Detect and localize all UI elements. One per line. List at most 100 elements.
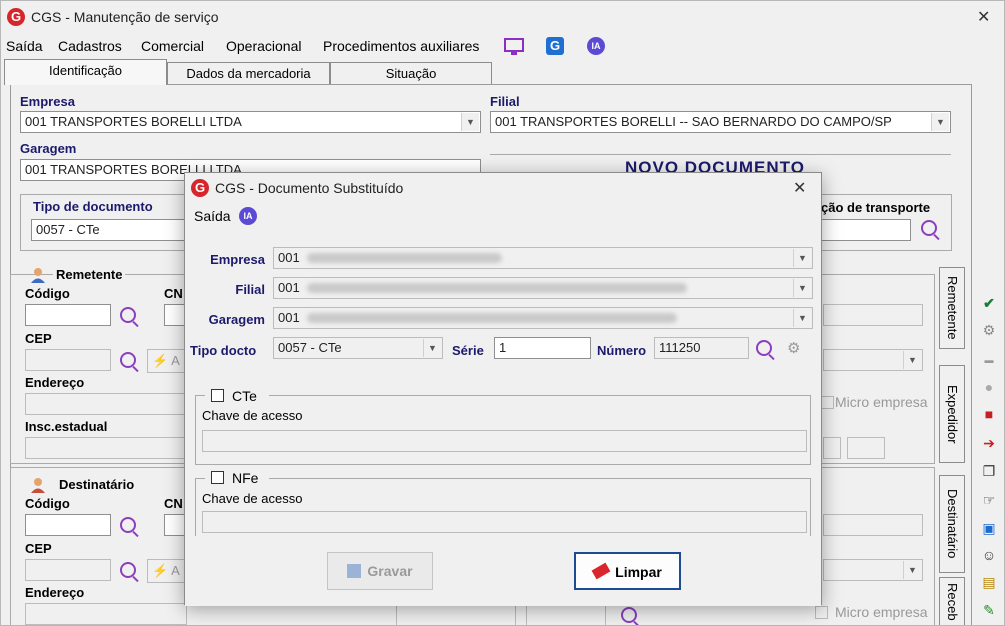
truck-icon[interactable]: ■ [980, 405, 998, 423]
remetente-cep-input[interactable] [25, 349, 111, 371]
dialog-close-button[interactable]: ✕ [793, 181, 806, 197]
chevron-down-icon[interactable]: ▼ [461, 113, 479, 131]
remetente-right-field[interactable] [823, 304, 923, 326]
search-icon[interactable] [621, 607, 637, 623]
gear-icon[interactable]: ⚙ [980, 321, 998, 339]
chevron-down-icon[interactable]: ▼ [931, 113, 949, 131]
destinatario-cnpj-input[interactable] [164, 514, 186, 536]
dialog-menu-saida[interactable]: Saída [194, 208, 231, 224]
destinatario-bottom-field-1[interactable] [396, 605, 516, 625]
destinatario-codigo-input[interactable] [25, 514, 111, 536]
remetente-small-field-1[interactable] [823, 437, 841, 459]
tab-dados-da-mercadoria[interactable]: Dados da mercadoria [167, 62, 330, 84]
menu-operacional[interactable]: Operacional [226, 38, 302, 54]
remetente-right-select[interactable]: ▼ [823, 349, 923, 371]
destinatario-cnpj-label: CN [164, 496, 183, 511]
menu-procedimentos-auxiliares[interactable]: Procedimentos auxiliares [323, 38, 479, 54]
circle-icon[interactable]: ● [980, 378, 998, 396]
user-icon [31, 268, 45, 283]
cte-chave-label: Chave de acesso [202, 408, 303, 423]
chevron-down-icon[interactable]: ▼ [423, 339, 441, 357]
side-tab-destinatario[interactable]: Destinatário [939, 475, 965, 573]
nfe-label: NFe [232, 470, 259, 486]
remetente-small-field-2[interactable] [847, 437, 885, 459]
monitor-icon[interactable] [504, 38, 524, 56]
limpar-button-label: Limpar [615, 564, 662, 580]
remetente-endereco-input[interactable] [25, 393, 187, 415]
nfe-legend: NFe [205, 469, 269, 487]
side-tab-expedidor[interactable]: Expedidor [939, 365, 965, 463]
chevron-down-icon[interactable]: ▼ [793, 279, 811, 297]
search-icon[interactable] [120, 517, 136, 533]
check-icon[interactable]: ✔ [980, 294, 998, 312]
copy-icon[interactable]: ❐ [980, 462, 998, 480]
tipo-documento-field[interactable]: 0057 - CTe [31, 219, 191, 241]
cte-chave-input[interactable] [202, 430, 807, 452]
users-icon[interactable]: ▣ [980, 519, 998, 537]
ia-assistant-icon[interactable]: IA [239, 207, 257, 225]
destinatario-atualizar-button[interactable]: ⚡ A [147, 559, 187, 583]
cgs-app-icon[interactable]: G [546, 37, 564, 55]
pointing-hand-icon[interactable]: ☞ [980, 491, 998, 509]
tab-situacao[interactable]: Situação [330, 62, 492, 84]
remetente-inscricao-input[interactable] [25, 437, 187, 459]
chevron-down-icon[interactable]: ▼ [903, 561, 921, 579]
destinatario-endereco-input[interactable] [25, 603, 187, 625]
remetente-micro-empresa-checkbox[interactable] [821, 396, 834, 409]
window-close-button[interactable]: ✕ [977, 10, 990, 26]
destinatario-right-select[interactable]: ▼ [823, 559, 923, 581]
filial-select[interactable]: 001 TRANSPORTES BORELLI -- SAO BERNARDO … [490, 111, 951, 133]
dialog-serie-input[interactable]: 1 [494, 337, 591, 359]
redacted-text [307, 313, 677, 323]
gravar-button[interactable]: Gravar [327, 552, 433, 590]
destinatario-title: Destinatário [56, 477, 138, 492]
chevron-down-icon[interactable]: ▼ [793, 249, 811, 267]
remetente-inscricao-label: Insc.estadual [25, 419, 108, 434]
ia-assistant-icon[interactable]: IA [587, 37, 605, 55]
person-icon[interactable]: ☺ [980, 546, 998, 564]
destinatario-bottom-field-2[interactable] [526, 605, 606, 625]
search-icon[interactable] [120, 307, 136, 323]
redacted-text [307, 283, 687, 293]
dialog-tipo-docto-select[interactable]: 0057 - CTe ▼ [273, 337, 443, 359]
limpar-button[interactable]: Limpar [574, 552, 681, 590]
search-icon[interactable] [120, 562, 136, 578]
document-icon[interactable]: ▤ [980, 573, 998, 591]
tab-identificacao[interactable]: Identificação [4, 59, 167, 85]
menu-comercial[interactable]: Comercial [141, 38, 204, 54]
nfe-checkbox[interactable] [211, 471, 224, 484]
edit-icon[interactable]: ✎ [980, 601, 998, 619]
cte-checkbox[interactable] [211, 389, 224, 402]
search-icon[interactable] [120, 352, 136, 368]
dialog-title: CGS - Documento Substituído [215, 180, 404, 196]
side-tab-recebedor[interactable]: Receb [939, 577, 965, 625]
destinatario-micro-empresa-checkbox[interactable] [815, 606, 828, 619]
remetente-codigo-input[interactable] [25, 304, 111, 326]
filial-value: 001 TRANSPORTES BORELLI -- SAO BERNARDO … [495, 114, 892, 129]
destinatario-micro-empresa-label: Micro empresa [835, 604, 928, 620]
redacted-text [307, 253, 502, 263]
nfe-chave-input[interactable] [202, 511, 807, 533]
dialog-numero-input[interactable]: 111250 [654, 337, 749, 359]
side-tab-remetente[interactable]: Remetente [939, 267, 965, 349]
ciot-icon[interactable]: ▬ [980, 351, 998, 369]
empresa-select[interactable]: 001 TRANSPORTES BORELLI LTDA ▼ [20, 111, 481, 133]
menu-saida[interactable]: Saída [6, 38, 43, 54]
search-icon[interactable] [756, 340, 772, 356]
destinatario-right-field[interactable] [823, 514, 923, 536]
remetente-atualizar-button[interactable]: ⚡ A [147, 349, 187, 373]
export-icon[interactable]: ➔ [980, 434, 998, 452]
classificacao-transporte-field[interactable] [821, 219, 911, 241]
dialog-filial-label: Filial [235, 282, 265, 297]
remetente-cnpj-input[interactable] [164, 304, 186, 326]
chevron-down-icon[interactable]: ▼ [903, 351, 921, 369]
filial-label: Filial [490, 94, 520, 109]
dialog-filial-value: 001 [278, 280, 300, 295]
tipo-documento-label: Tipo de documento [30, 199, 156, 214]
menu-cadastros[interactable]: Cadastros [58, 38, 122, 54]
search-icon[interactable] [921, 220, 937, 236]
chevron-down-icon[interactable]: ▼ [793, 309, 811, 327]
refresh-icon[interactable]: ⚙ [787, 339, 800, 357]
destinatario-cep-input[interactable] [25, 559, 111, 581]
nfe-chave-label: Chave de acesso [202, 491, 303, 506]
